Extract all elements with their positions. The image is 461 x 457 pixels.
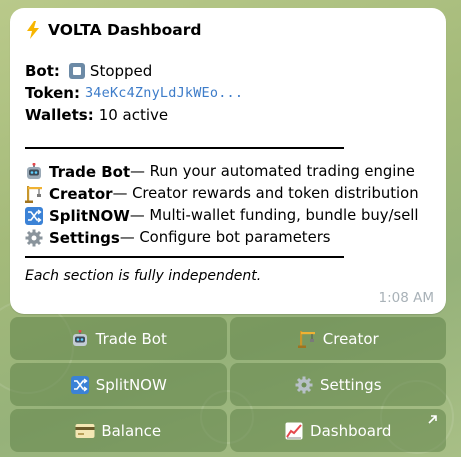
bot-status-line: Bot: Stopped — [25, 60, 431, 82]
message-title-text: VOLTA Dashboard — [48, 21, 202, 39]
balance-button[interactable]: Balance — [10, 409, 227, 452]
message-bubble: VOLTA Dashboard Bot: Stopped Token: 34eK… — [10, 8, 446, 314]
token-line: Token: 34eKc4ZnyLdJkWEo... — [25, 82, 431, 104]
construction-icon — [297, 329, 317, 349]
button-label: Balance — [101, 421, 162, 440]
trade-bot-button[interactable]: Trade Bot — [10, 317, 227, 360]
robot-icon — [70, 329, 90, 349]
section-desc: — Configure bot parameters — [119, 229, 331, 246]
button-label: Creator — [322, 329, 379, 348]
lightning-icon — [27, 21, 39, 39]
wallets-label: Wallets: — [25, 106, 94, 124]
stop-icon — [68, 63, 85, 79]
button-label: Settings — [319, 375, 382, 394]
section-trade-bot: Trade Bot — Run your automated trading e… — [25, 161, 431, 183]
creator-button[interactable]: Creator — [229, 317, 446, 360]
gear-icon — [25, 229, 43, 247]
button-label: SplitNOW — [95, 375, 167, 394]
card-icon — [75, 421, 95, 441]
splitnow-button[interactable]: SplitNOW — [10, 363, 227, 406]
section-name: Creator — [49, 185, 113, 203]
section-name: Trade Bot — [49, 163, 131, 181]
divider — [25, 256, 344, 258]
section-desc: — Multi-wallet funding, bundle buy/sell — [129, 207, 419, 224]
keyboard-row: SplitNOW Settings — [10, 363, 446, 406]
shuffle-icon — [70, 375, 90, 395]
wallets-value: 10 active — [98, 106, 169, 124]
section-name: SplitNOW — [49, 207, 130, 225]
section-desc: — Creator rewards and token distribution — [112, 185, 419, 202]
inline-keyboard: Trade Bot Creator SplitNOW Settings Bala… — [10, 317, 446, 455]
chart-icon — [284, 421, 304, 441]
settings-button[interactable]: Settings — [229, 363, 446, 406]
section-settings: Settings — Configure bot parameters — [25, 227, 431, 249]
message-timestamp: 1:08 AM — [378, 290, 435, 306]
shuffle-icon — [25, 207, 43, 225]
robot-icon — [25, 163, 43, 181]
construction-icon — [25, 185, 43, 203]
message-title: VOLTA Dashboard — [25, 18, 431, 42]
section-desc: — Run your automated trading engine — [130, 163, 415, 180]
button-label: Dashboard — [310, 421, 392, 440]
section-name: Settings — [49, 229, 120, 247]
gear-icon — [294, 375, 314, 395]
keyboard-row: Balance Dashboard — [10, 409, 446, 452]
token-label: Token: — [25, 84, 80, 102]
token-value[interactable]: 34eKc4ZnyLdJkWEo... — [85, 82, 243, 104]
bot-status-value: Stopped — [89, 62, 153, 80]
section-splitnow: SplitNOW — Multi-wallet funding, bundle … — [25, 205, 431, 227]
button-label: Trade Bot — [95, 329, 167, 348]
footer-note: Each section is fully independent. — [25, 268, 262, 284]
keyboard-row: Trade Bot Creator — [10, 317, 446, 360]
section-creator: Creator — Creator rewards and token dist… — [25, 183, 431, 205]
dashboard-button[interactable]: Dashboard — [229, 409, 446, 452]
bot-label: Bot: — [25, 62, 60, 80]
wallets-line: Wallets: 10 active — [25, 104, 431, 126]
external-link-icon — [428, 415, 437, 424]
